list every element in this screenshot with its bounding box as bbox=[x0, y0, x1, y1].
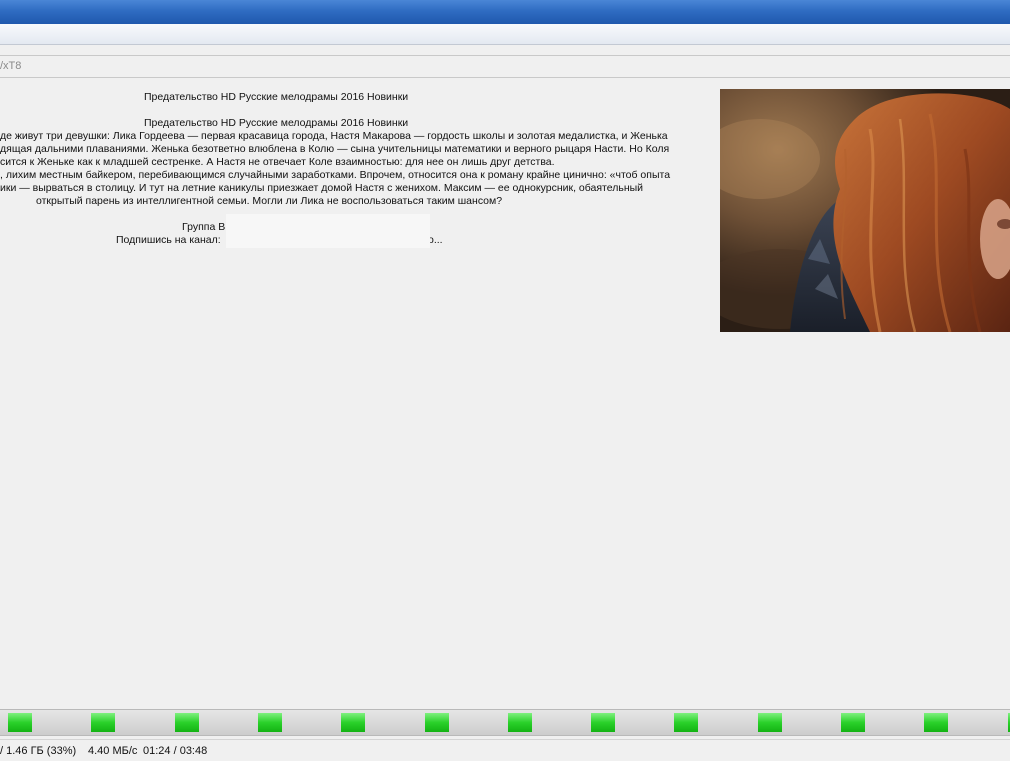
pieces-progress-bar bbox=[0, 709, 1010, 736]
description-line: ики — вырваться в столицу. И тут на летн… bbox=[0, 182, 644, 194]
subscribe-label: Подпишись на канал: bbox=[116, 234, 221, 246]
downloaded-piece bbox=[507, 713, 532, 732]
torrent-client-window: /xT8 Предательство HD Русские мелодрамы … bbox=[0, 0, 1010, 761]
description-heading-repeat: Предательство HD Русские мелодрамы 2016 … bbox=[144, 117, 409, 129]
address-text: /xT8 bbox=[0, 60, 22, 72]
downloaded-piece bbox=[591, 713, 616, 732]
downloaded-piece bbox=[841, 713, 865, 732]
address-bar[interactable]: /xT8 bbox=[0, 55, 1010, 78]
downloaded-piece bbox=[674, 713, 699, 732]
description-line: , лихим местным байкером, перебивающимся… bbox=[0, 169, 671, 181]
window-titlebar[interactable] bbox=[0, 0, 1010, 24]
poster-illustration bbox=[720, 89, 1010, 332]
redacted-link-area bbox=[226, 214, 430, 248]
description-line: открытый парень из интеллигентной семьи.… bbox=[36, 195, 503, 207]
downloaded-piece bbox=[257, 713, 282, 732]
group-label: Группа В bbox=[182, 221, 226, 233]
subscribe-link-tail[interactable]: о... bbox=[428, 234, 443, 247]
description-line: дящая дальними плаваниями. Женька безотв… bbox=[0, 143, 670, 155]
description-line: де живут три девушки: Лика Гордеева — пе… bbox=[0, 130, 668, 142]
status-bar: / 1.46 ГБ (33%) 4.40 МБ/с 01:24 / 03:48 bbox=[0, 739, 1010, 761]
downloaded-piece bbox=[341, 713, 366, 732]
downloaded-piece bbox=[91, 713, 116, 732]
downloaded-piece bbox=[924, 713, 949, 732]
download-speed: 4.40 МБ/с bbox=[88, 745, 138, 757]
downloaded-piece bbox=[757, 713, 782, 732]
description-heading: Предательство HD Русские мелодрамы 2016 … bbox=[144, 91, 409, 103]
poster-image bbox=[720, 89, 1010, 332]
toolbar bbox=[0, 24, 1010, 45]
downloaded-size: / 1.46 ГБ (33%) bbox=[0, 745, 77, 757]
downloaded-piece bbox=[8, 713, 32, 732]
time-remaining: 01:24 / 03:48 bbox=[143, 745, 208, 757]
downloaded-piece bbox=[174, 713, 199, 732]
downloaded-piece bbox=[424, 713, 449, 732]
description-line: сится к Женьке как к младшей сестренке. … bbox=[0, 156, 555, 168]
